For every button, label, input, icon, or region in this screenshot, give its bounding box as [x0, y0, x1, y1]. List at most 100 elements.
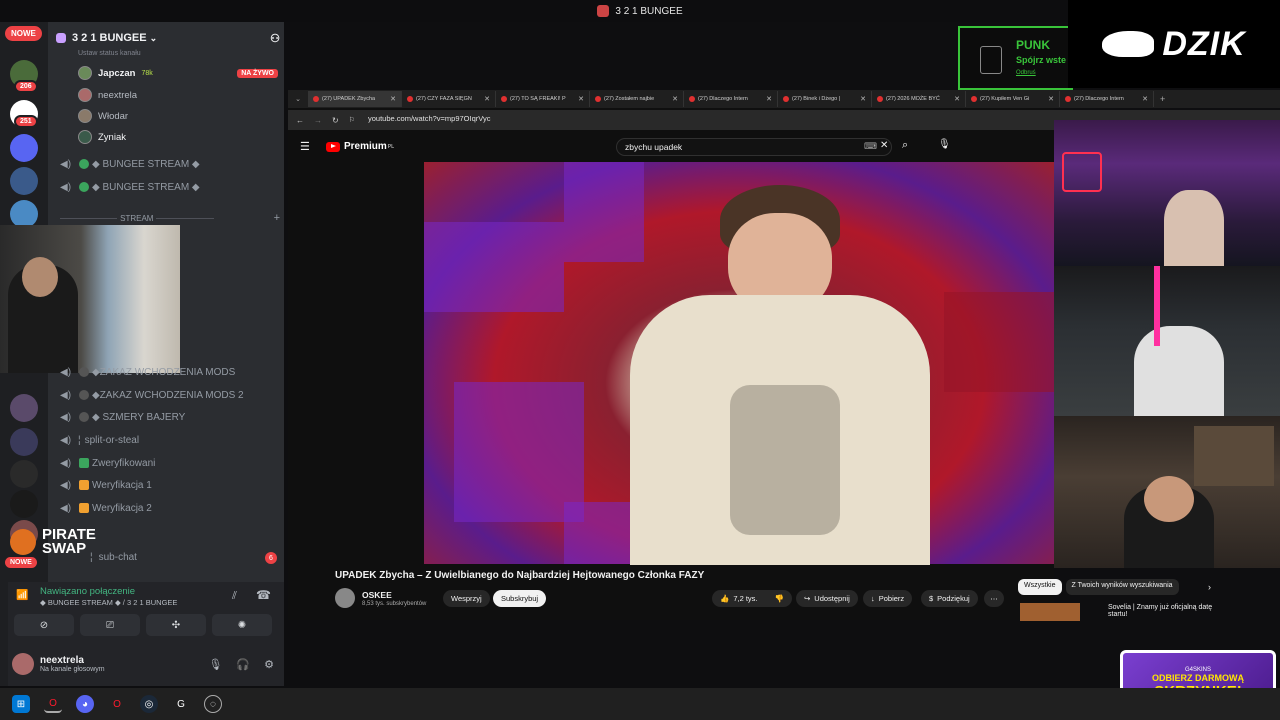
server-icon[interactable] — [10, 460, 38, 488]
url-field[interactable]: youtube.com/watch?v=mp97OIqrVyc — [368, 114, 491, 123]
voice-channel[interactable]: ◀) ◆ BUNGEE STREAM ◆ — [60, 155, 280, 173]
opera-gx-icon[interactable]: O — [44, 695, 62, 713]
folder-icon[interactable] — [10, 134, 38, 162]
voice-channel[interactable]: ◀) ◆ZAKAZ WCHODZENIA MODS — [60, 363, 280, 381]
like-icon[interactable]: 👍 — [720, 594, 729, 603]
voice-status[interactable]: Nawiązano połączenie — [40, 586, 135, 597]
category-stream[interactable]: STREAM + — [60, 212, 280, 224]
search-icon[interactable]: ⌕ — [902, 139, 908, 152]
camera-off-button[interactable]: ⊘ — [14, 614, 74, 636]
steam-icon[interactable]: ◎ — [140, 695, 158, 713]
speaker-icon: ◀) — [60, 367, 72, 378]
windows-start-icon[interactable]: ⊞ — [12, 695, 30, 713]
share-button[interactable]: ↪ Udostępnij — [796, 590, 858, 607]
download-button[interactable]: ↓ Pobierz — [863, 590, 913, 607]
chip-all[interactable]: Wszystkie — [1018, 579, 1062, 595]
logitech-icon[interactable]: G — [172, 695, 190, 713]
voice-channel[interactable]: ◀) ¦ split-or-steal — [60, 431, 280, 449]
gear-icon[interactable]: ⚙ — [264, 658, 274, 671]
chip-search-results[interactable]: Z Twoich wyników wyszukiwania — [1065, 579, 1179, 595]
mic-icon[interactable]: 🎙 — [208, 658, 222, 671]
server-icon[interactable] — [10, 394, 38, 422]
mic-icon[interactable]: 🎙 — [938, 139, 951, 150]
skull-icon — [10, 529, 36, 555]
voice-user[interactable]: Włodar — [78, 107, 128, 125]
recommendation-title[interactable]: Sovelia | Znamy już oficjalną datę start… — [1108, 604, 1218, 618]
share-screen-button[interactable]: ⎚ — [80, 614, 140, 636]
ad-link[interactable]: Odbruś — [1016, 70, 1036, 76]
clear-icon[interactable]: ✕ — [880, 140, 888, 151]
voice-channel[interactable]: ◀) Weryfikacja 2 — [60, 499, 280, 517]
dislike-icon[interactable]: 👎 — [775, 594, 784, 603]
support-button[interactable]: Wesprzyj — [443, 590, 490, 607]
server-icon[interactable] — [10, 200, 38, 228]
orange-square-icon — [79, 503, 89, 513]
speaker-icon: ◀) — [60, 458, 72, 469]
server-icon[interactable] — [10, 167, 38, 195]
browser-tab[interactable]: (27) Dlaczego Intern ✕ — [1060, 91, 1154, 107]
subscribe-button[interactable]: Subskrybuj — [493, 590, 547, 607]
browser-tab[interactable]: (27) Kupiłem Ven Gi ✕ — [966, 91, 1060, 107]
close-icon[interactable]: ✕ — [1048, 95, 1054, 103]
discord-icon[interactable]: ◕ — [76, 695, 94, 713]
browser-tab[interactable]: (27) 2026 MOŻE BYĆ ✕ — [872, 91, 966, 107]
channel-avatar[interactable] — [335, 588, 355, 608]
close-icon[interactable]: ✕ — [954, 95, 960, 103]
close-icon[interactable]: ✕ — [390, 95, 396, 103]
voice-user[interactable]: Japczan 78k NA ŻYWO — [78, 64, 278, 82]
disconnect-icon[interactable]: ☎ — [256, 588, 271, 602]
plus-icon[interactable]: + — [274, 212, 280, 224]
reload-icon[interactable]: ↻ — [332, 116, 339, 125]
voice-channel[interactable]: ◀) Zweryfikowani — [60, 454, 280, 472]
browser-tab[interactable]: (27) CZY FAZA SIĘGN ✕ — [402, 91, 496, 107]
close-icon[interactable]: ✕ — [860, 95, 866, 103]
browser-tab[interactable]: (27) Zostałem najbie ✕ — [590, 91, 684, 107]
close-icon[interactable]: ✕ — [578, 95, 584, 103]
server-icon[interactable] — [10, 490, 38, 518]
new-tab-icon[interactable]: + — [1160, 94, 1165, 104]
back-icon[interactable]: ← — [296, 116, 304, 125]
hamburger-icon[interactable]: ☰ — [300, 140, 310, 153]
close-icon[interactable]: ✕ — [484, 95, 490, 103]
browser-tab[interactable]: (27) Dlaczego Intern ✕ — [684, 91, 778, 107]
browser-tab[interactable]: (27) UPADEK Zbycha ✕ — [308, 91, 402, 107]
status-dot — [79, 159, 89, 169]
more-button[interactable]: ⋯ — [984, 590, 1004, 607]
chevron-down-icon: ⌄ — [149, 32, 158, 43]
browser-tab[interactable]: (27) TO SĄ FREAKI! P ✕ — [496, 91, 590, 107]
voice-user[interactable]: neextrela — [78, 86, 137, 104]
recommendation-thumbnail[interactable] — [1020, 603, 1080, 621]
user-panel[interactable]: neextrela Na kanale głosowym 🎙 🎧 ⚙ — [12, 650, 282, 678]
close-icon[interactable]: ✕ — [1142, 95, 1148, 103]
app-icon[interactable]: ◌ — [204, 695, 222, 713]
voice-channel[interactable]: ◀) Weryfikacja 1 — [60, 476, 280, 494]
thanks-button[interactable]: $ Podziękuj — [921, 590, 978, 607]
noise-suppression-icon[interactable]: ⫽ — [232, 590, 237, 603]
youtube-logo[interactable]: Premium PL — [326, 141, 394, 152]
voice-channel[interactable]: ◀) ◆ SZMERY BAJERY — [60, 408, 280, 426]
search-input[interactable]: zbychu upadek — [616, 138, 892, 156]
channel-name[interactable]: OSKEE — [362, 590, 392, 600]
close-icon[interactable]: ✕ — [766, 95, 772, 103]
activities-button[interactable]: ✣ — [146, 614, 206, 636]
server-icon[interactable] — [10, 428, 38, 456]
chevron-right-icon[interactable]: › — [1208, 582, 1211, 592]
voice-channel[interactable]: ◀) ◆ZAKAZ WCHODZENIA MODS 2 — [60, 386, 280, 404]
avatar — [78, 109, 92, 123]
forward-icon[interactable]: → — [314, 116, 322, 125]
headphones-icon[interactable]: 🎧 — [236, 658, 250, 671]
new-badge: NOWE — [5, 557, 37, 568]
site-info-icon[interactable]: ⚐ — [349, 116, 355, 124]
add-member-icon[interactable]: ⚇ — [270, 32, 280, 45]
server-header[interactable]: 3 2 1 BUNGEE ⌄ ⚇ — [56, 28, 280, 48]
soundboard-button[interactable]: ✺ — [212, 614, 272, 636]
opera-icon[interactable]: O — [108, 695, 126, 713]
browser-tab[interactable]: (27) Binek i Dżego | ✕ — [778, 91, 872, 107]
voice-user[interactable]: Zyniak — [78, 128, 126, 146]
webcam-feed — [1054, 120, 1280, 266]
voice-channel[interactable]: ◀) ◆ BUNGEE STREAM ◆ — [60, 178, 280, 196]
tab-menu-icon[interactable]: ⌄ — [288, 95, 308, 103]
channel-label: split-or-steal — [84, 434, 140, 446]
keyboard-icon[interactable]: ⌨ — [864, 141, 877, 152]
close-icon[interactable]: ✕ — [672, 95, 678, 103]
